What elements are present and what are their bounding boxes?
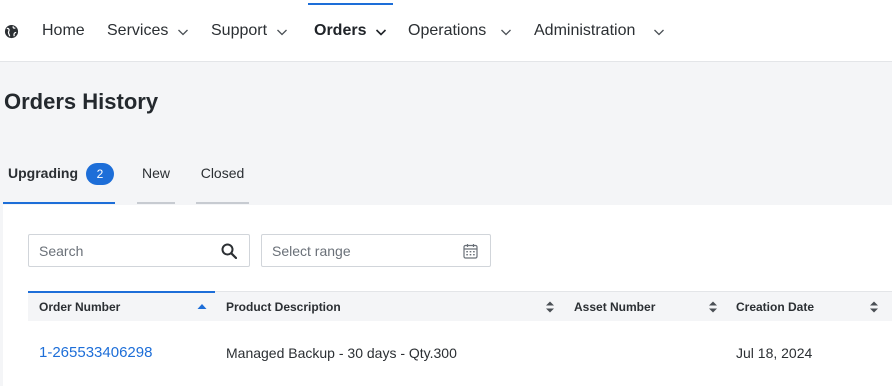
column-header-asset-number[interactable]: Asset Number: [574, 292, 655, 322]
chevron-down-icon: [501, 29, 512, 35]
nav-support[interactable]: Support: [211, 0, 288, 62]
column-label: Asset Number: [574, 300, 656, 314]
nav-support-label: Support: [211, 22, 268, 39]
creation-date-cell: Jul 18, 2024: [736, 345, 813, 361]
tab-indicator: [196, 202, 249, 204]
nav-operations-label: Operations: [408, 22, 487, 39]
tab-upgrading[interactable]: Upgrading 2: [3, 158, 115, 204]
nav-home-label: Home: [42, 22, 85, 39]
search-input[interactable]: [39, 242, 209, 260]
nav-orders-label: Orders: [314, 22, 367, 39]
tab-new-label: New: [141, 165, 170, 181]
globe-icon[interactable]: [4, 24, 19, 39]
nav-orders[interactable]: Orders: [314, 0, 387, 62]
sort-icon[interactable]: [708, 300, 718, 314]
sort-ascending-icon[interactable]: [197, 300, 207, 314]
nav-operations[interactable]: Operations: [408, 0, 512, 62]
column-label: Order Number: [39, 300, 121, 314]
column-header-order-number[interactable]: Order Number: [39, 292, 120, 322]
tab-new[interactable]: New: [137, 158, 175, 204]
top-navigation: Home Services Support Orders Operations …: [0, 0, 892, 62]
tab-indicator: [3, 202, 115, 204]
table-header: Order Number Product Description Asset N…: [28, 291, 892, 321]
tab-indicator: [137, 202, 175, 204]
nav-services-label: Services: [107, 22, 169, 39]
date-range-field[interactable]: [261, 234, 491, 267]
nav-home[interactable]: Home: [42, 0, 85, 62]
chevron-down-icon: [277, 29, 288, 35]
nav-services[interactable]: Services: [107, 0, 189, 62]
date-range-input[interactable]: [272, 242, 442, 260]
column-label: Product Description: [226, 300, 341, 314]
table-row: 1-265533406298 Managed Backup - 30 days …: [28, 321, 892, 386]
order-number-link[interactable]: 1-265533406298: [39, 344, 152, 361]
column-header-creation-date[interactable]: Creation Date: [736, 292, 814, 322]
chevron-down-icon: [376, 28, 387, 36]
chevron-down-icon: [178, 29, 189, 35]
sort-icon[interactable]: [869, 300, 879, 314]
tab-closed[interactable]: Closed: [196, 158, 249, 204]
column-header-product-description[interactable]: Product Description: [226, 292, 341, 322]
calendar-icon[interactable]: [463, 243, 478, 259]
search-icon[interactable]: [221, 243, 237, 259]
sort-icon[interactable]: [545, 300, 555, 314]
chevron-down-icon: [654, 29, 665, 35]
tab-closed-label: Closed: [200, 165, 245, 181]
product-description-cell: Managed Backup - 30 days - Qty.300: [226, 345, 457, 361]
tab-upgrading-label: Upgrading: [8, 165, 78, 181]
page-title: Orders History: [4, 89, 159, 114]
column-label: Creation Date: [736, 300, 815, 314]
count-badge: 2: [86, 163, 114, 185]
search-field[interactable]: [28, 234, 250, 267]
nav-administration[interactable]: Administration: [534, 0, 665, 62]
nav-administration-label: Administration: [534, 22, 636, 39]
